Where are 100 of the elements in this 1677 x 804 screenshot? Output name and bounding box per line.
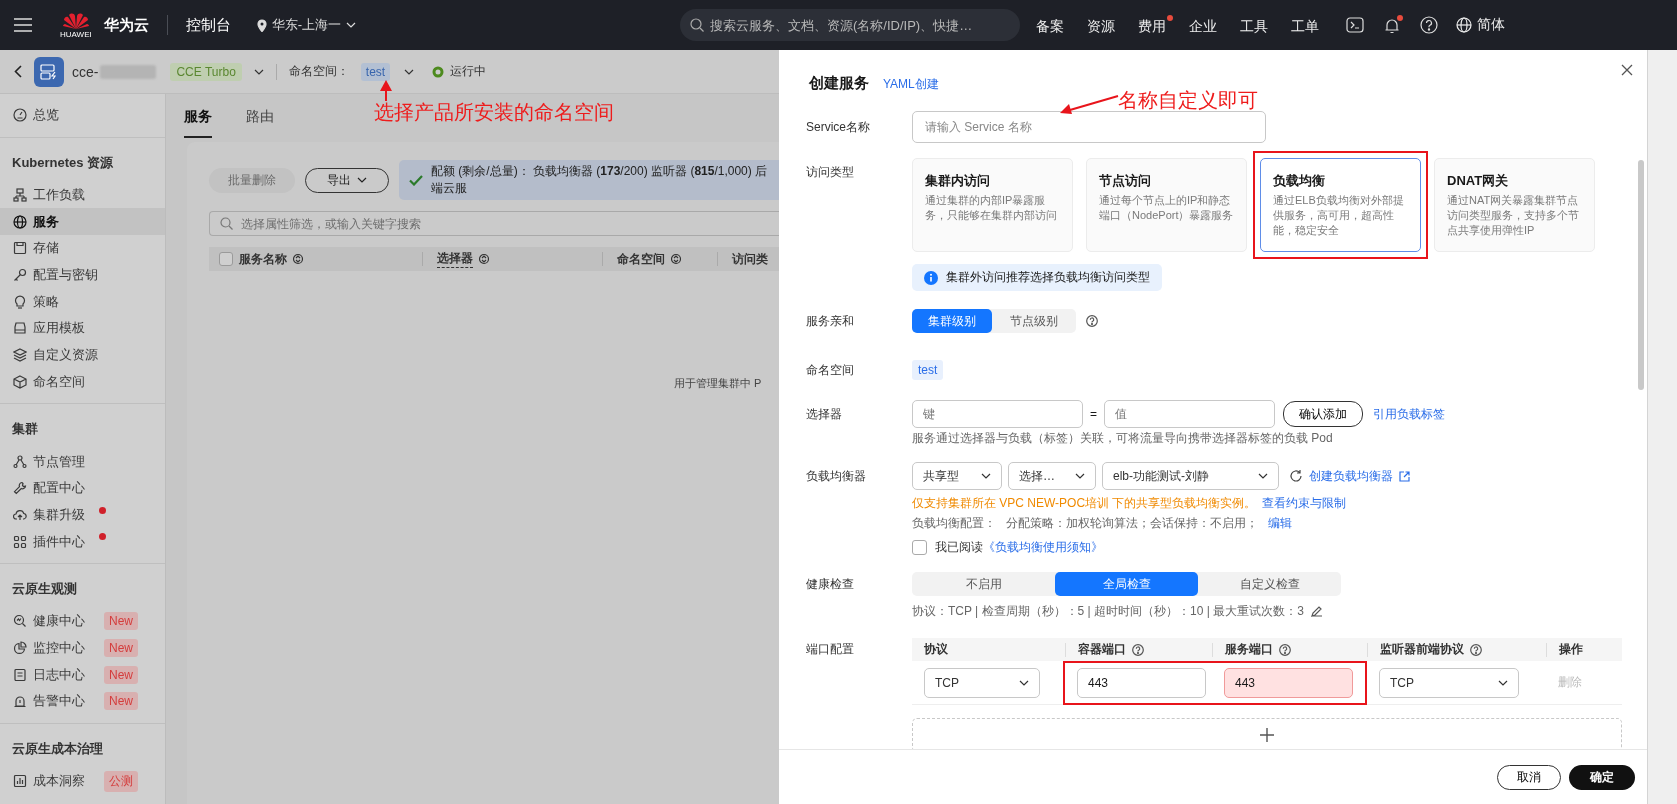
listener-protocol-dropdown[interactable]: TCP — [1379, 667, 1519, 698]
segment-button[interactable]: 集群级别 — [912, 309, 992, 333]
search-field[interactable]: 搜索云服务、文档、资源(名称/ID/IP)、快捷… — [680, 9, 1020, 41]
protocol-dropdown[interactable]: TCP — [924, 667, 1040, 698]
section-title: 集群 — [11, 420, 39, 439]
sidebar-item[interactable]: 告警中心 New — [0, 688, 165, 715]
service-name-field[interactable]: 请输入 Service 名称 — [912, 111, 1266, 143]
status-text: 运行中 — [450, 63, 487, 80]
badge: New — [104, 638, 138, 657]
sidebar-item[interactable]: 集群升级 — [0, 501, 165, 529]
sidebar-item[interactable]: 应用模板 — [0, 315, 165, 342]
console-link[interactable]: 控制台 — [185, 15, 231, 35]
sidebar-item[interactable]: 配置与密钥 — [0, 261, 165, 289]
sidebar-item[interactable]: 日志中心 New — [0, 661, 165, 688]
sidebar-item[interactable]: 服务 — [0, 208, 165, 236]
section-title: Kubernetes 资源 — [11, 153, 115, 172]
service-port-field[interactable]: 443 — [1224, 667, 1353, 698]
globe-icon[interactable] — [1456, 17, 1472, 33]
segment-button[interactable]: 自定义检查 — [1198, 572, 1341, 596]
annotation-arrow — [378, 79, 394, 101]
nav-link[interactable]: 资源 — [1087, 14, 1122, 36]
bell-icon[interactable] — [1384, 16, 1400, 34]
nav-link[interactable]: 备案 — [1036, 14, 1071, 36]
close-icon[interactable] — [1621, 64, 1633, 76]
key-field[interactable]: 键 — [912, 400, 1083, 428]
edit-link[interactable]: 编辑 — [1268, 514, 1292, 532]
nav-link[interactable]: 工单 — [1291, 14, 1326, 36]
key-icon — [13, 268, 27, 283]
sidebar-item[interactable]: 插件中心 — [0, 528, 165, 555]
chevron-down-icon — [346, 22, 357, 28]
reference-labels-link[interactable]: 引用负载标签 — [1373, 405, 1445, 423]
bar-chart-icon — [13, 774, 27, 789]
alarm-icon — [13, 694, 27, 709]
confirm-button[interactable]: 确定 — [1569, 764, 1635, 790]
create-load-balancer-link[interactable]: 创建负载均衡器 — [1309, 467, 1393, 485]
chevron-down-icon — [1258, 473, 1268, 479]
config-label: 负载均衡配置： — [912, 515, 996, 532]
value-field[interactable]: 值 — [1104, 400, 1275, 428]
cube-icon — [13, 374, 27, 389]
dropdown[interactable]: 共享型 — [912, 462, 1002, 490]
search-input[interactable]: 选择属性筛选，或输入关键字搜索 — [241, 216, 541, 231]
refresh-icon[interactable] — [1289, 469, 1303, 483]
sidebar-item[interactable]: 策略 — [0, 288, 165, 316]
agreement-text: 我已阅读 — [935, 539, 983, 556]
menu-icon[interactable] — [14, 18, 32, 32]
sidebar-item[interactable]: 存储 — [0, 235, 165, 262]
chevron-down-icon — [1019, 679, 1029, 686]
sort-icon[interactable] — [479, 253, 489, 265]
magnifier-icon — [13, 614, 27, 629]
yaml-create-link[interactable]: YAML创建 — [883, 76, 939, 93]
search-field[interactable]: 选择属性筛选，或输入关键字搜索 — [209, 211, 779, 236]
pencil-icon[interactable] — [1310, 605, 1323, 617]
confirm-add-button[interactable]: 确认添加 — [1283, 401, 1363, 427]
nav-link[interactable]: 企业 — [1189, 14, 1224, 36]
external-link-icon[interactable] — [1399, 470, 1410, 482]
segment-button[interactable]: 不启用 — [912, 572, 1055, 596]
cancel-button[interactable]: 取消 — [1497, 764, 1561, 790]
sidebar-item[interactable]: 配置中心 — [0, 474, 165, 502]
column-header: 监听器前端协议 — [1380, 641, 1464, 658]
flower-logo-icon — [62, 11, 89, 29]
sidebar-item[interactable]: 命名空间 — [0, 368, 165, 396]
region-selector[interactable]: 华东-上海一 — [256, 16, 357, 34]
container-port-field[interactable]: 443 — [1077, 667, 1206, 698]
sidebar-item[interactable]: 成本洞察 公测 — [0, 767, 165, 795]
access-type-card[interactable]: 集群内访问 通过集群的内部IP暴露服务，只能够在集群内部访问 — [912, 158, 1073, 252]
access-type-card[interactable]: 节点访问 通过每个节点上的IP和静态端口（NodePort）暴露服务 — [1086, 158, 1247, 252]
checkbox[interactable] — [912, 539, 927, 555]
usage-notice-link[interactable]: 《负载均衡使用须知》 — [983, 537, 1103, 557]
nav-link[interactable]: 费用 — [1138, 14, 1173, 36]
sidebar-item[interactable]: 节点管理 — [0, 448, 165, 475]
sidebar-item[interactable]: 健康中心 New — [0, 607, 165, 635]
checkbox[interactable] — [219, 252, 233, 266]
column-header: 命名空间 — [617, 250, 665, 268]
sidebar-item[interactable]: 总览 — [0, 102, 165, 129]
segment-button[interactable]: 节点级别 — [992, 309, 1076, 333]
document-icon — [13, 667, 27, 682]
sidebar-item[interactable]: 工作负载 — [0, 181, 165, 209]
drawer-title: 创建服务 — [809, 74, 869, 93]
tab[interactable]: 路由 — [246, 108, 274, 138]
sidebar-item[interactable]: 自定义资源 — [0, 341, 165, 369]
dropdown[interactable]: elb-功能测试-刘静 — [1102, 462, 1279, 490]
search-input[interactable]: 搜索云服务、文档、资源(名称/ID/IP)、快捷… — [710, 17, 1010, 33]
sort-icon[interactable] — [293, 253, 303, 265]
constraints-link[interactable]: 查看约束与限制 — [1262, 494, 1347, 512]
nav-link[interactable]: 工具 — [1240, 14, 1275, 36]
chevron-left-icon[interactable] — [14, 65, 22, 78]
dropdown[interactable]: 选择… — [1008, 462, 1096, 490]
terminal-icon[interactable] — [1346, 17, 1364, 33]
language-link[interactable]: 简体 — [1477, 16, 1505, 34]
sort-icon[interactable] — [671, 253, 681, 265]
help-icon[interactable] — [1420, 16, 1438, 34]
export-button[interactable]: 导出 — [305, 167, 389, 193]
segment-button[interactable]: 全局检查 — [1055, 572, 1198, 596]
selector-hint: 服务通过选择器与负载（标签）关联，可将流量导向携带选择器标签的负载 Pod — [912, 430, 1334, 447]
sidebar-item[interactable]: 监控中心 New — [0, 634, 165, 662]
access-type-card[interactable]: 负载均衡 通过ELB负载均衡对外部提供服务，高可用，超高性能，稳定安全 — [1260, 158, 1421, 252]
tab[interactable]: 服务 — [184, 108, 212, 138]
logo-caption: HUAWEI — [60, 30, 92, 39]
chevron-down-icon — [404, 68, 415, 75]
access-type-card[interactable]: DNAT网关 通过NAT网关暴露集群节点访问类型服务，支持多个节点共享使用弹性IP — [1434, 158, 1595, 252]
